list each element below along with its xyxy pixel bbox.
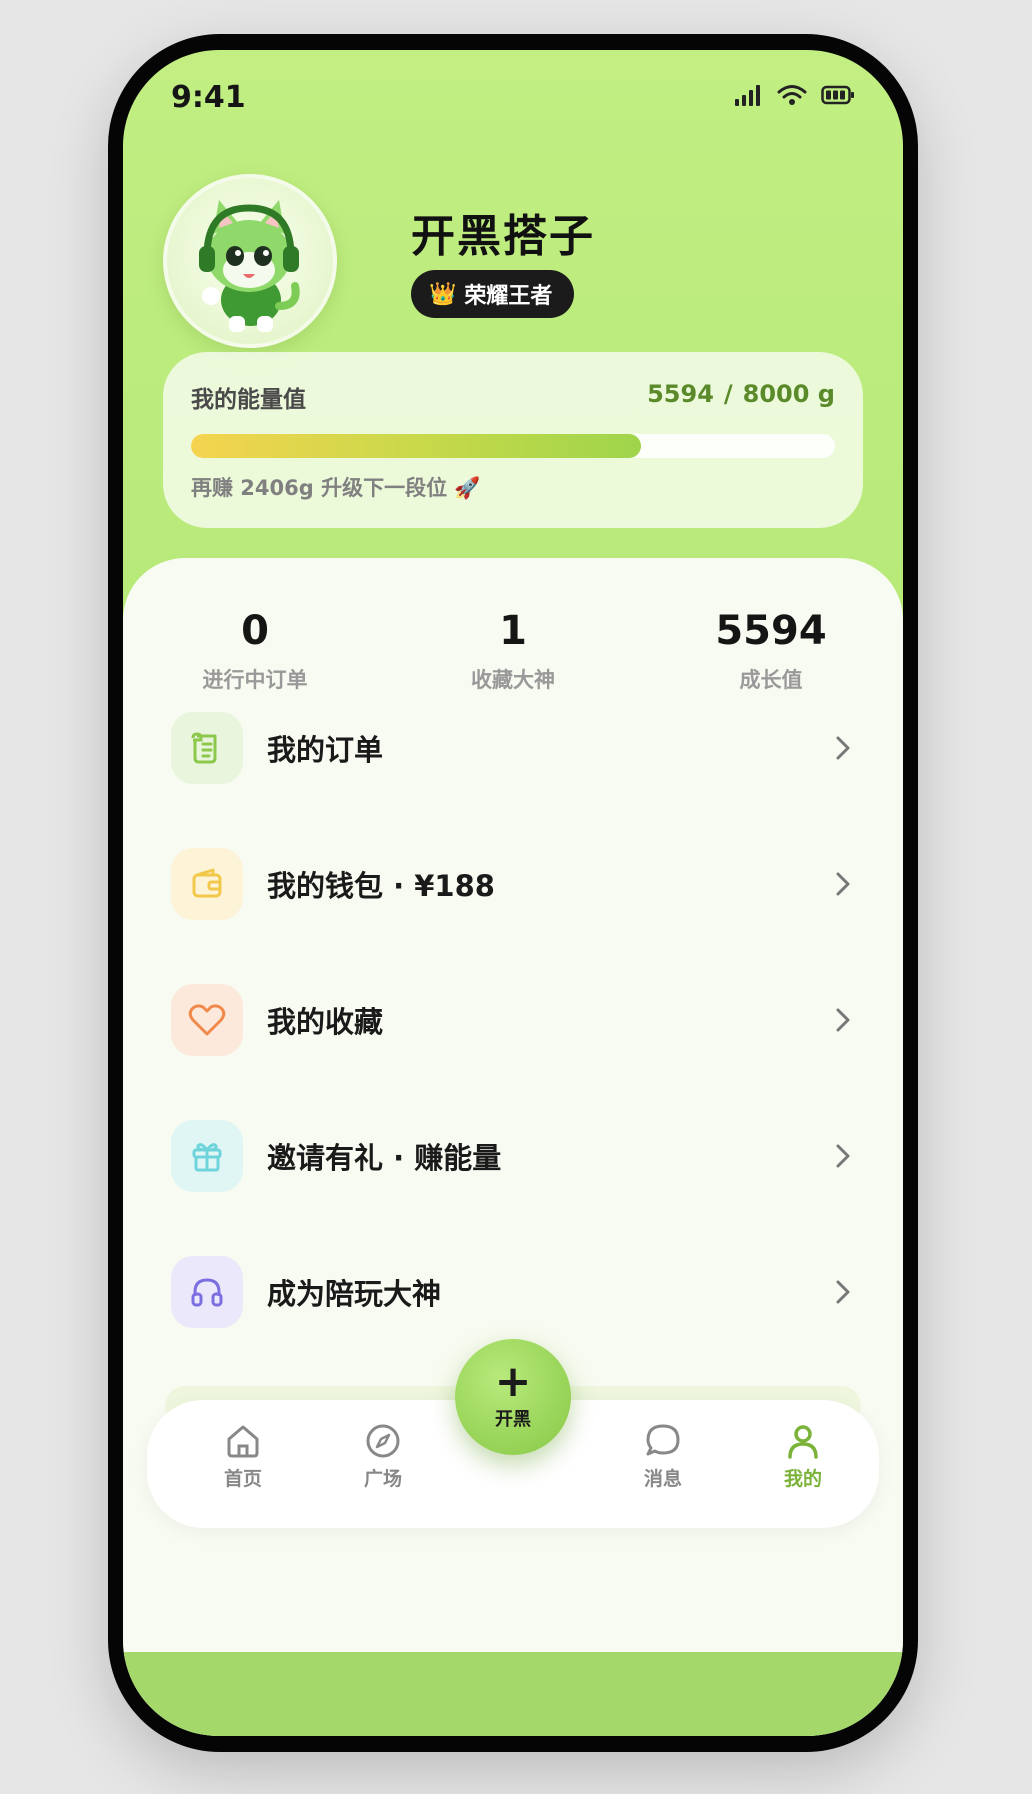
stat-active-orders[interactable]: 0 进行中订单 bbox=[135, 608, 375, 694]
menu-item-favorites[interactable]: 我的收藏 bbox=[171, 980, 861, 1060]
stats-row: 0 进行中订单 1 收藏大神 5594 成长值 bbox=[123, 608, 903, 708]
rank-label: 荣耀王者 bbox=[464, 284, 553, 309]
tab-messages[interactable]: 消息 bbox=[613, 1422, 713, 1491]
tab-plaza[interactable]: 广场 bbox=[333, 1422, 433, 1491]
stat-value: 0 bbox=[241, 608, 269, 654]
user-icon bbox=[788, 1425, 818, 1459]
tab-home[interactable]: 首页 bbox=[193, 1422, 293, 1491]
heart-icon bbox=[171, 984, 243, 1056]
chevron-right-icon bbox=[836, 1008, 850, 1032]
avatar[interactable] bbox=[163, 174, 337, 348]
stat-label: 成长值 bbox=[739, 668, 803, 692]
plus-icon: + bbox=[494, 1356, 532, 1407]
chat-bubble-icon bbox=[646, 1424, 680, 1456]
energy-label: 我的能量值 bbox=[191, 387, 306, 413]
menu-item-become-companion[interactable]: 成为陪玩大神 bbox=[171, 1252, 861, 1332]
nickname: 开黑搭子 bbox=[411, 211, 595, 262]
cat-mascot-icon bbox=[199, 200, 300, 332]
menu-item-orders[interactable]: 我的订单 bbox=[171, 708, 861, 788]
chevron-right-icon bbox=[836, 872, 850, 896]
headphones-icon bbox=[171, 1256, 243, 1328]
energy-hint: 再赚 2406g 升级下一段位 🚀 bbox=[191, 476, 481, 500]
stat-growth[interactable]: 5594 成长值 bbox=[651, 608, 891, 694]
fab-label: 开黑 bbox=[495, 1409, 531, 1430]
stat-value: 1 bbox=[499, 608, 527, 654]
energy-max: 8000 g bbox=[742, 380, 835, 408]
energy-card[interactable]: 我的能量值 5594 / 8000 g 再赚 2406g 升级下一段位 🚀 bbox=[163, 352, 863, 528]
status-bar: 9:41 bbox=[123, 50, 903, 140]
gift-icon bbox=[171, 1120, 243, 1192]
menu-item-label: 我的订单 bbox=[267, 733, 384, 767]
tab-label: 广场 bbox=[363, 1468, 402, 1490]
tab-label: 首页 bbox=[223, 1468, 262, 1490]
menu-item-label: 成为陪玩大神 bbox=[267, 1277, 442, 1311]
tab-label: 我的 bbox=[783, 1468, 822, 1490]
energy-value: 5594 / 8000 g bbox=[647, 380, 835, 408]
wallet-icon bbox=[171, 848, 243, 920]
stat-favorite-gods[interactable]: 1 收藏大神 bbox=[393, 608, 633, 694]
start-game-fab[interactable]: + 开黑 bbox=[455, 1339, 571, 1455]
stat-value: 5594 bbox=[715, 608, 827, 654]
status-icons bbox=[735, 84, 855, 106]
chevron-right-icon bbox=[836, 736, 850, 760]
stat-label: 收藏大神 bbox=[471, 668, 555, 692]
energy-progress-track bbox=[191, 434, 835, 458]
energy-progress-fill bbox=[191, 434, 642, 458]
menu-item-wallet[interactable]: 我的钱包 · ¥188 bbox=[171, 844, 861, 924]
chevron-right-icon bbox=[836, 1280, 850, 1304]
content-sheet: 0 进行中订单 1 收藏大神 5594 成长值 我的订单 我的钱包 · ¥188… bbox=[123, 558, 903, 1736]
menu-item-invite[interactable]: 邀请有礼 · 赚能量 bbox=[171, 1116, 861, 1196]
crown-icon: 👑 bbox=[429, 281, 457, 307]
menu-item-label: 我的收藏 bbox=[267, 1005, 384, 1039]
profile-header: 开黑搭子 👑 荣耀王者 bbox=[163, 174, 863, 354]
rank-badge: 👑 荣耀王者 bbox=[411, 270, 575, 318]
stat-label: 进行中订单 bbox=[202, 668, 308, 692]
status-time: 9:41 bbox=[171, 80, 246, 115]
compass-icon bbox=[366, 1424, 400, 1458]
home-icon bbox=[227, 1425, 259, 1458]
receipt-icon bbox=[171, 712, 243, 784]
phone-frame: 9:41 开黑搭子 👑 荣耀王者 我的能量值 5594 / 8000 g 再赚 … bbox=[108, 34, 918, 1752]
menu-item-label: 邀请有礼 · 赚能量 bbox=[267, 1141, 502, 1175]
tab-mine[interactable]: 我的 bbox=[753, 1422, 853, 1491]
chevron-right-icon bbox=[836, 1144, 850, 1168]
bottom-strip bbox=[123, 1652, 903, 1736]
signal-icon bbox=[735, 85, 760, 106]
energy-current: 5594 bbox=[647, 380, 714, 408]
battery-icon bbox=[821, 85, 854, 105]
energy-separator: / bbox=[723, 380, 733, 408]
menu-item-label: 我的钱包 · ¥188 bbox=[267, 869, 495, 903]
screen: 9:41 开黑搭子 👑 荣耀王者 我的能量值 5594 / 8000 g 再赚 … bbox=[123, 50, 903, 1736]
tab-label: 消息 bbox=[643, 1468, 682, 1490]
wifi-icon bbox=[777, 85, 807, 105]
